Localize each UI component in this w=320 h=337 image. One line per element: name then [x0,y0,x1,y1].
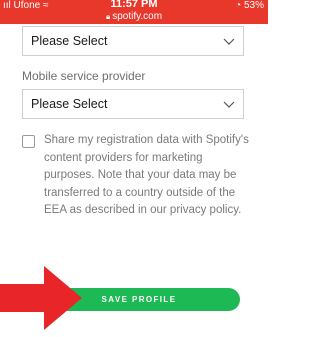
address-bar[interactable]: 🔒︎ spotify.com [0,11,268,23]
carrier-signal: ııl Ufone ≈ [3,0,49,11]
clock: 11:57 PM [110,0,158,10]
share-data-label: Share my registration data with Spotify'… [44,134,249,217]
chevron-down-icon [223,38,235,45]
mobile-provider-label: Mobile service provider [22,69,146,83]
first-select[interactable]: Please Select [22,26,244,56]
battery-indicator: ◔ 53% [235,0,264,11]
url-text: spotify.com [112,11,163,22]
chevron-down-icon [223,101,235,108]
share-data-checkbox[interactable] [22,135,35,148]
first-select-value: Please Select [31,34,108,48]
status-bar: ııl Ufone ≈ 11:57 PM ◔ 53% 🔒︎ spotify.com [0,0,268,24]
mobile-provider-select[interactable]: Please Select [22,89,244,119]
lock-icon: 🔒︎ [105,12,111,21]
mobile-provider-value: Please Select [31,97,108,111]
arrow-icon [0,266,82,330]
